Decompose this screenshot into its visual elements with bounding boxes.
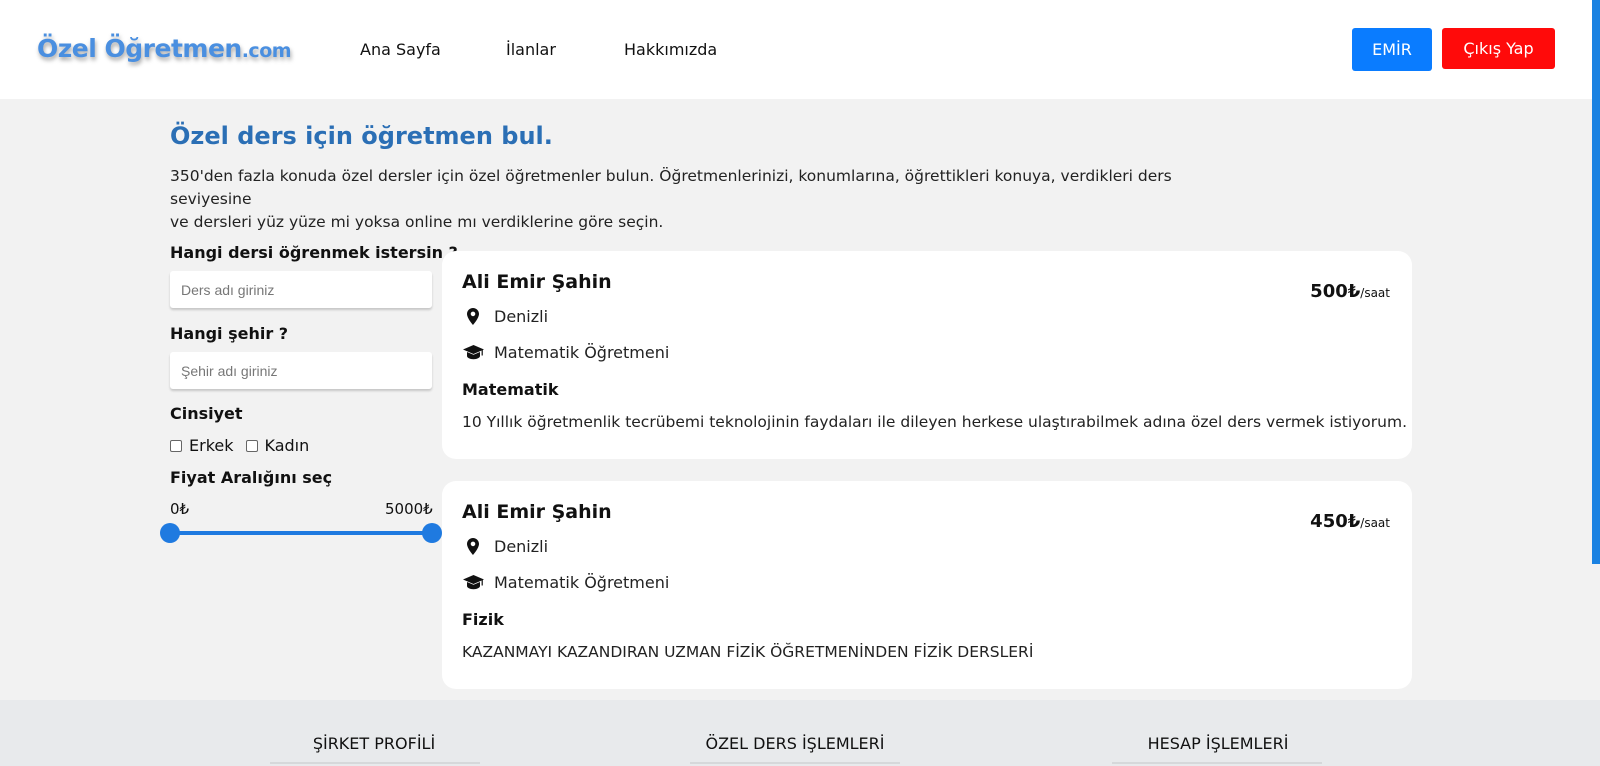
role-text: Matematik Öğretmeni bbox=[494, 573, 670, 592]
female-checkbox-label[interactable]: Kadın bbox=[265, 436, 310, 455]
subject-search-input[interactable] bbox=[170, 271, 432, 308]
nav-about-link[interactable]: Hakkımızda bbox=[624, 40, 717, 59]
page-title: Özel ders için öğretmen bul. bbox=[170, 122, 553, 150]
map-pin-icon bbox=[462, 308, 484, 325]
hourly-price: 450₺/saat bbox=[1310, 511, 1390, 532]
graduation-cap-icon bbox=[462, 345, 484, 360]
site-logo[interactable]: Özel Öğretmen.com bbox=[37, 34, 292, 63]
intro-line-1: 350'den fazla konuda özel dersler için ö… bbox=[170, 167, 1172, 208]
graduation-cap-icon bbox=[462, 575, 484, 590]
footer-divider bbox=[690, 762, 900, 764]
logo-name: Özel Öğretmen bbox=[37, 34, 242, 63]
gender-filter-label: Cinsiyet bbox=[170, 404, 243, 423]
footer-company-heading: ŞİRKET PROFİLİ bbox=[312, 734, 436, 753]
listing-description: 10 Yıllık öğretmenlik tecrübemi teknoloj… bbox=[462, 413, 1408, 431]
nav-home-link[interactable]: Ana Sayfa bbox=[360, 40, 441, 59]
page-scrollbar[interactable] bbox=[1592, 0, 1600, 564]
male-checkbox-label[interactable]: Erkek bbox=[189, 436, 234, 455]
footer bbox=[0, 700, 1600, 766]
intro-line-2: ve dersleri yüz yüze mi yoksa online mı … bbox=[170, 213, 664, 231]
price-amount: 500₺ bbox=[1310, 281, 1361, 302]
city-filter-label: Hangi şehir ? bbox=[170, 324, 289, 343]
location-text: Denizli bbox=[494, 537, 549, 556]
price-unit: /saat bbox=[1360, 286, 1390, 300]
teacher-name[interactable]: Ali Emir Şahin bbox=[462, 501, 612, 523]
logout-button[interactable]: Çıkış Yap bbox=[1442, 28, 1555, 69]
subject-filter-label: Hangi dersi öğrenmek istersin ? bbox=[170, 243, 458, 262]
page-intro: 350'den fazla konuda özel dersler için ö… bbox=[170, 165, 1210, 234]
price-range-track[interactable] bbox=[170, 531, 432, 535]
nav-listings-link[interactable]: İlanlar bbox=[506, 40, 556, 59]
price-max-value: 5000₺ bbox=[385, 500, 433, 518]
teacher-role: Matematik Öğretmeni bbox=[462, 343, 669, 362]
subject-title: Fizik bbox=[462, 610, 504, 629]
price-range-max-handle[interactable] bbox=[422, 523, 442, 543]
city-search-input[interactable] bbox=[170, 352, 432, 389]
subject-title: Matematik bbox=[462, 380, 559, 399]
logo-tld: .com bbox=[241, 40, 292, 62]
teacher-name[interactable]: Ali Emir Şahin bbox=[462, 271, 612, 293]
footer-account-heading: HESAP İŞLEMLERİ bbox=[1147, 734, 1289, 753]
map-pin-icon bbox=[462, 538, 484, 555]
teacher-listing-card[interactable]: Ali Emir Şahin 500₺/saat Denizli Matemat… bbox=[442, 251, 1412, 459]
price-range-min-handle[interactable] bbox=[160, 523, 180, 543]
footer-divider bbox=[270, 762, 480, 764]
listing-description: KAZANMAYI KAZANDIRAN UZMAN FİZİK ÖĞRETME… bbox=[462, 643, 1034, 661]
top-navbar: Özel Öğretmen.com Ana Sayfa İlanlar Hakk… bbox=[0, 0, 1592, 99]
price-min-value: 0₺ bbox=[170, 500, 190, 518]
footer-divider bbox=[1112, 762, 1322, 764]
footer-lessons-heading: ÖZEL DERS İŞLEMLERİ bbox=[705, 734, 885, 753]
teacher-listing-card[interactable]: Ali Emir Şahin 450₺/saat Denizli Matemat… bbox=[442, 481, 1412, 689]
role-text: Matematik Öğretmeni bbox=[494, 343, 670, 362]
teacher-location: Denizli bbox=[462, 307, 548, 326]
price-amount: 450₺ bbox=[1310, 511, 1361, 532]
gender-options: Erkek Kadın bbox=[170, 436, 309, 455]
female-checkbox[interactable] bbox=[245, 439, 258, 452]
price-unit: /saat bbox=[1360, 516, 1390, 530]
location-text: Denizli bbox=[494, 307, 549, 326]
teacher-role: Matematik Öğretmeni bbox=[462, 573, 669, 592]
price-filter-label: Fiyat Aralığını seç bbox=[170, 468, 333, 487]
teacher-location: Denizli bbox=[462, 537, 548, 556]
user-profile-button[interactable]: EMİR bbox=[1352, 28, 1432, 71]
hourly-price: 500₺/saat bbox=[1310, 281, 1390, 302]
male-checkbox[interactable] bbox=[170, 439, 182, 452]
